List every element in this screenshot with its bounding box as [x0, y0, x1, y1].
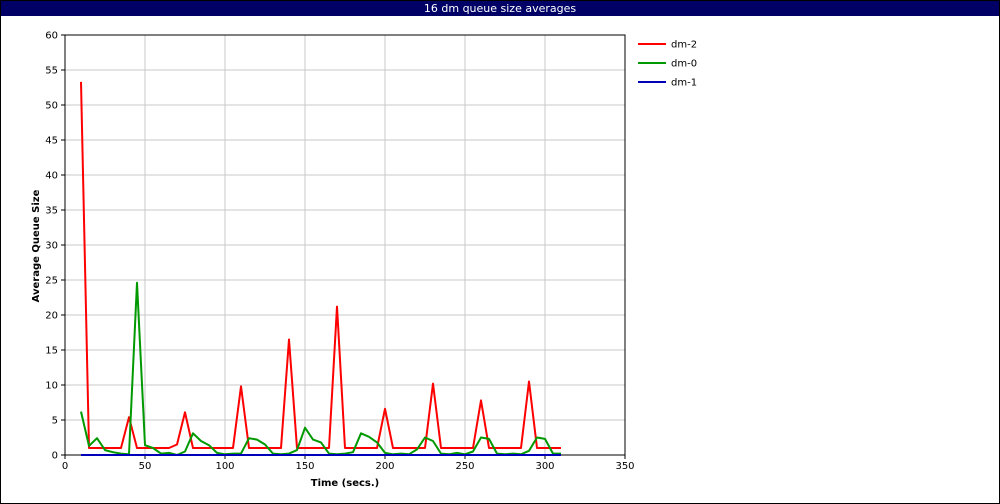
line-chart: 0 50 100 150 200 250 300 350 0 5 10 15 20 25 30 35 40 45…	[31, 31, 697, 490]
x-tick-label: 300	[535, 461, 554, 472]
x-tick-label: 0	[62, 461, 68, 472]
y-tick-label: 25	[45, 276, 58, 287]
x-axis: 0 50 100 150 200 250 300 350	[62, 455, 635, 472]
y-tick-label: 45	[45, 136, 58, 147]
legend-label-dm-0: dm-0	[671, 59, 697, 70]
y-tick-label: 0	[52, 451, 58, 462]
y-tick-label: 10	[45, 381, 58, 392]
x-tick-label: 350	[615, 461, 634, 472]
y-tick-label: 20	[45, 311, 58, 322]
x-tick-label: 150	[295, 461, 314, 472]
x-tick-label: 50	[139, 461, 152, 472]
series-line-dm-2	[80, 81, 561, 449]
grid	[64, 34, 626, 456]
y-tick-label: 35	[45, 206, 58, 217]
y-tick-label: 5	[52, 416, 58, 427]
legend: dm-2 dm-0 dm-1	[638, 40, 697, 89]
series-line-dm-0	[80, 281, 561, 456]
y-axis-label: Average Queue Size	[31, 189, 42, 302]
y-tick-label: 50	[45, 101, 58, 112]
y-tick-label: 55	[45, 66, 58, 77]
y-axis: 0 5 10 15 20 25 30 35 40 45 50 55 60	[45, 31, 65, 462]
y-tick-label: 15	[45, 346, 58, 357]
x-axis-label: Time (secs.)	[311, 478, 380, 489]
series-lines	[80, 81, 561, 456]
legend-label-dm-2: dm-2	[671, 40, 697, 51]
y-tick-label: 60	[45, 31, 58, 42]
x-tick-label: 250	[455, 461, 474, 472]
legend-label-dm-1: dm-1	[671, 78, 697, 89]
y-tick-label: 30	[45, 241, 58, 252]
x-tick-label: 100	[215, 461, 234, 472]
x-tick-label: 200	[375, 461, 394, 472]
y-tick-label: 40	[45, 171, 58, 182]
